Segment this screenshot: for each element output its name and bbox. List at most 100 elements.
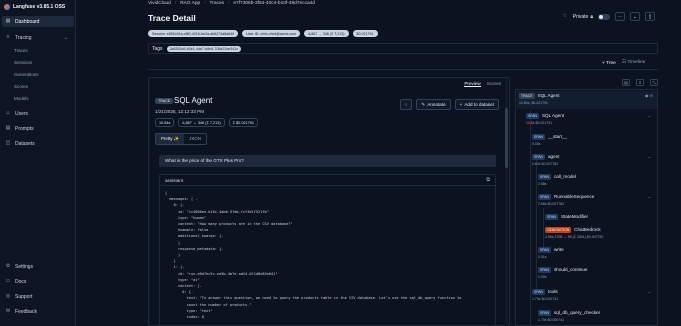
node-meta: 2.58s	[538, 182, 547, 186]
observation-name: SQL Agent	[174, 96, 213, 105]
tab-tree-label: Tree	[606, 61, 616, 66]
add-to-dataset-button[interactable]: + Add to dataset	[454, 99, 499, 110]
users-icon: ☺	[5, 110, 11, 116]
sidebar-item-tracing[interactable]: ≡ Tracing ⌄	[2, 32, 74, 43]
tree-node[interactable]: SPAN __start__	[532, 134, 567, 140]
breadcrumb-section[interactable]: Traces	[210, 1, 224, 6]
tab-timeline[interactable]: ☷ Timeline	[622, 60, 646, 66]
sidebar-item-generations[interactable]: Generations	[14, 72, 39, 77]
collapse-icon[interactable]: ⇕	[636, 79, 644, 86]
tree-node[interactable]: SPAN tools	[532, 289, 558, 295]
comment-icon: ◌	[404, 102, 408, 107]
annotate-button[interactable]: ✎ Annotate	[416, 99, 451, 110]
sidebar-item-feedback[interactable]: ✉ Feedback	[2, 306, 74, 317]
tree-node[interactable]: TRACE SQL Agent	[519, 93, 560, 99]
annotate-label: Annotate	[427, 102, 446, 107]
node-name: __start__	[547, 134, 568, 140]
tokens-badge: 6,867 → 346 (Σ 7,213)	[178, 118, 225, 127]
code-line: index: 0	[165, 315, 204, 320]
chevron-down-icon[interactable]: ⌄	[648, 113, 651, 118]
private-text: Private	[572, 13, 589, 20]
breadcrumb-separator: /	[174, 1, 177, 6]
tag-chip[interactable]: 2a5392a5-b3e1-4de7-b8e4-708a22de341c	[166, 45, 242, 52]
tree-node[interactable]: SPAN SQL Agent	[526, 113, 564, 119]
assistant-header: assistant ⧉	[160, 175, 495, 186]
tree-node[interactable]: SPAN agent	[532, 154, 559, 160]
json-viewer: { messages: [ - 0: {- id: "1c4066ee-b16c…	[160, 186, 495, 324]
chevron-down-icon[interactable]: ⌄	[648, 154, 651, 159]
tab-scores[interactable]: Scores	[487, 81, 501, 87]
tree-node[interactable]: SPAN call_model	[538, 174, 576, 180]
trace-tree: TRACE SQL Agent 10.84s, $0.021791 SPAN SQL A…	[515, 89, 658, 326]
node-type-badge: SPAN	[538, 310, 551, 316]
breadcrumb-separator: /	[228, 1, 230, 6]
private-toggle[interactable]	[598, 13, 610, 20]
node-type-badge: SPAN	[526, 113, 539, 119]
header-actions: ☆ Private 🔒︎ ⋯ ⌄ ▯	[562, 12, 655, 21]
copy-icon[interactable]: ⧉	[486, 177, 490, 183]
comment-button[interactable]: ◌	[399, 99, 413, 110]
node-type-badge: SPAN	[538, 267, 551, 273]
chevron-down-icon[interactable]: ⌄	[648, 194, 651, 199]
sidebar-item-scores[interactable]: Scores	[14, 84, 28, 89]
user-badge[interactable]: User ID: chris.vivid@acme.com	[242, 30, 301, 37]
chevron-down-icon[interactable]: ⌄	[630, 12, 640, 21]
tags-bar[interactable]: Tags 2a5392a5-b3e1-4de7-b8e4-708a22de341…	[148, 43, 658, 54]
session-badge[interactable]: Session: e852c61a-c5f0-4216-be2a-ab6474d…	[148, 30, 239, 37]
sidebar-item-label: Users	[15, 110, 29, 117]
star-icon[interactable]: ☆	[562, 14, 568, 20]
tracing-icon: ≡	[6, 34, 10, 40]
breadcrumb-org[interactable]: VividCloud	[148, 1, 171, 6]
breadcrumb-project[interactable]: RAG App	[180, 1, 200, 6]
node-meta-text: 2.62s $0.007782	[532, 162, 559, 166]
format-toggle: Pretty ✨ JSON	[155, 133, 207, 145]
node-meta-text: 1.70s $0.000741	[538, 318, 565, 322]
trash-icon[interactable]: ▯	[645, 12, 655, 21]
scrollbar[interactable]	[505, 78, 508, 326]
tree-node[interactable]: SPAN StateModifier	[545, 214, 588, 220]
expand-icon[interactable]: ⤡	[650, 79, 658, 86]
sidebar-item-support[interactable]: ◎ Support	[2, 291, 74, 302]
sidebar-item-models[interactable]: Models	[14, 96, 29, 101]
tree-node[interactable]: SPAN sql_db_query_checker	[538, 310, 600, 316]
app-name: Langfuse v3.85.1 OSS	[13, 4, 66, 10]
sidebar-item-users[interactable]: ☺ Users	[2, 108, 74, 119]
settings-icon[interactable]: ▤	[622, 79, 630, 86]
code-line: text: "To answer this question, we need …	[165, 296, 462, 301]
node-name: sql_db_query_checker	[553, 310, 601, 316]
tags-label: Tags	[152, 45, 163, 52]
node-meta-text: 0.00s	[538, 275, 547, 279]
tree-node[interactable]: SPAN write	[538, 247, 564, 253]
node-name: RunnableSequence	[553, 194, 595, 200]
chevron-down-icon: ⌄	[63, 34, 68, 41]
node-type-badge: TRACE	[519, 93, 535, 99]
node-meta: 2.56s $0.007782	[538, 202, 564, 206]
more-button[interactable]: ⋯	[615, 12, 625, 21]
node-actions-icon[interactable]: ◉ ⊖	[645, 93, 653, 98]
observation-actions: ◌ ✎ Annotate + Add to dataset	[399, 99, 499, 110]
node-meta-text: 2.56s $0.007782	[538, 202, 565, 206]
sidebar-item-traces[interactable]: Traces	[14, 48, 28, 53]
sidebar-item-datasets[interactable]: ◫ Datasets	[2, 138, 74, 149]
gear-icon: ⚙	[5, 263, 11, 269]
node-type-badge: GENERATION	[545, 227, 572, 233]
sidebar-item-label: Tracing	[15, 34, 32, 41]
node-type-badge: SPAN	[538, 174, 551, 180]
tree-node[interactable]: GENERATION ChatBedrock	[545, 227, 601, 233]
sidebar-item-docs[interactable]: ▭ Docs	[2, 276, 74, 287]
sidebar-item-prompts[interactable]: ▤ Prompts	[2, 123, 74, 134]
format-json[interactable]: JSON	[184, 134, 206, 144]
tab-preview[interactable]: Preview	[464, 81, 481, 87]
chevron-down-icon[interactable]: ⌄	[648, 289, 651, 294]
node-type-badge: SPAN	[532, 289, 545, 295]
tab-tree[interactable]: ⑂ Tree	[602, 60, 616, 66]
app-logo[interactable]: Langfuse v3.85.1 OSS	[4, 4, 65, 10]
format-pretty[interactable]: Pretty ✨	[156, 134, 185, 144]
sidebar-item-label: Feedback	[15, 308, 37, 315]
sidebar-item-sessions[interactable]: Sessions	[14, 60, 32, 65]
node-meta: 10.84s, $0.021791	[519, 101, 548, 105]
sidebar-item-settings[interactable]: ⚙ Settings	[2, 261, 74, 272]
tree-node[interactable]: SPAN RunnableSequence	[538, 194, 594, 200]
sidebar-item-dashboard[interactable]: ▦ Dashboard	[2, 16, 74, 27]
tree-node[interactable]: SPAN should_continue	[538, 267, 587, 273]
